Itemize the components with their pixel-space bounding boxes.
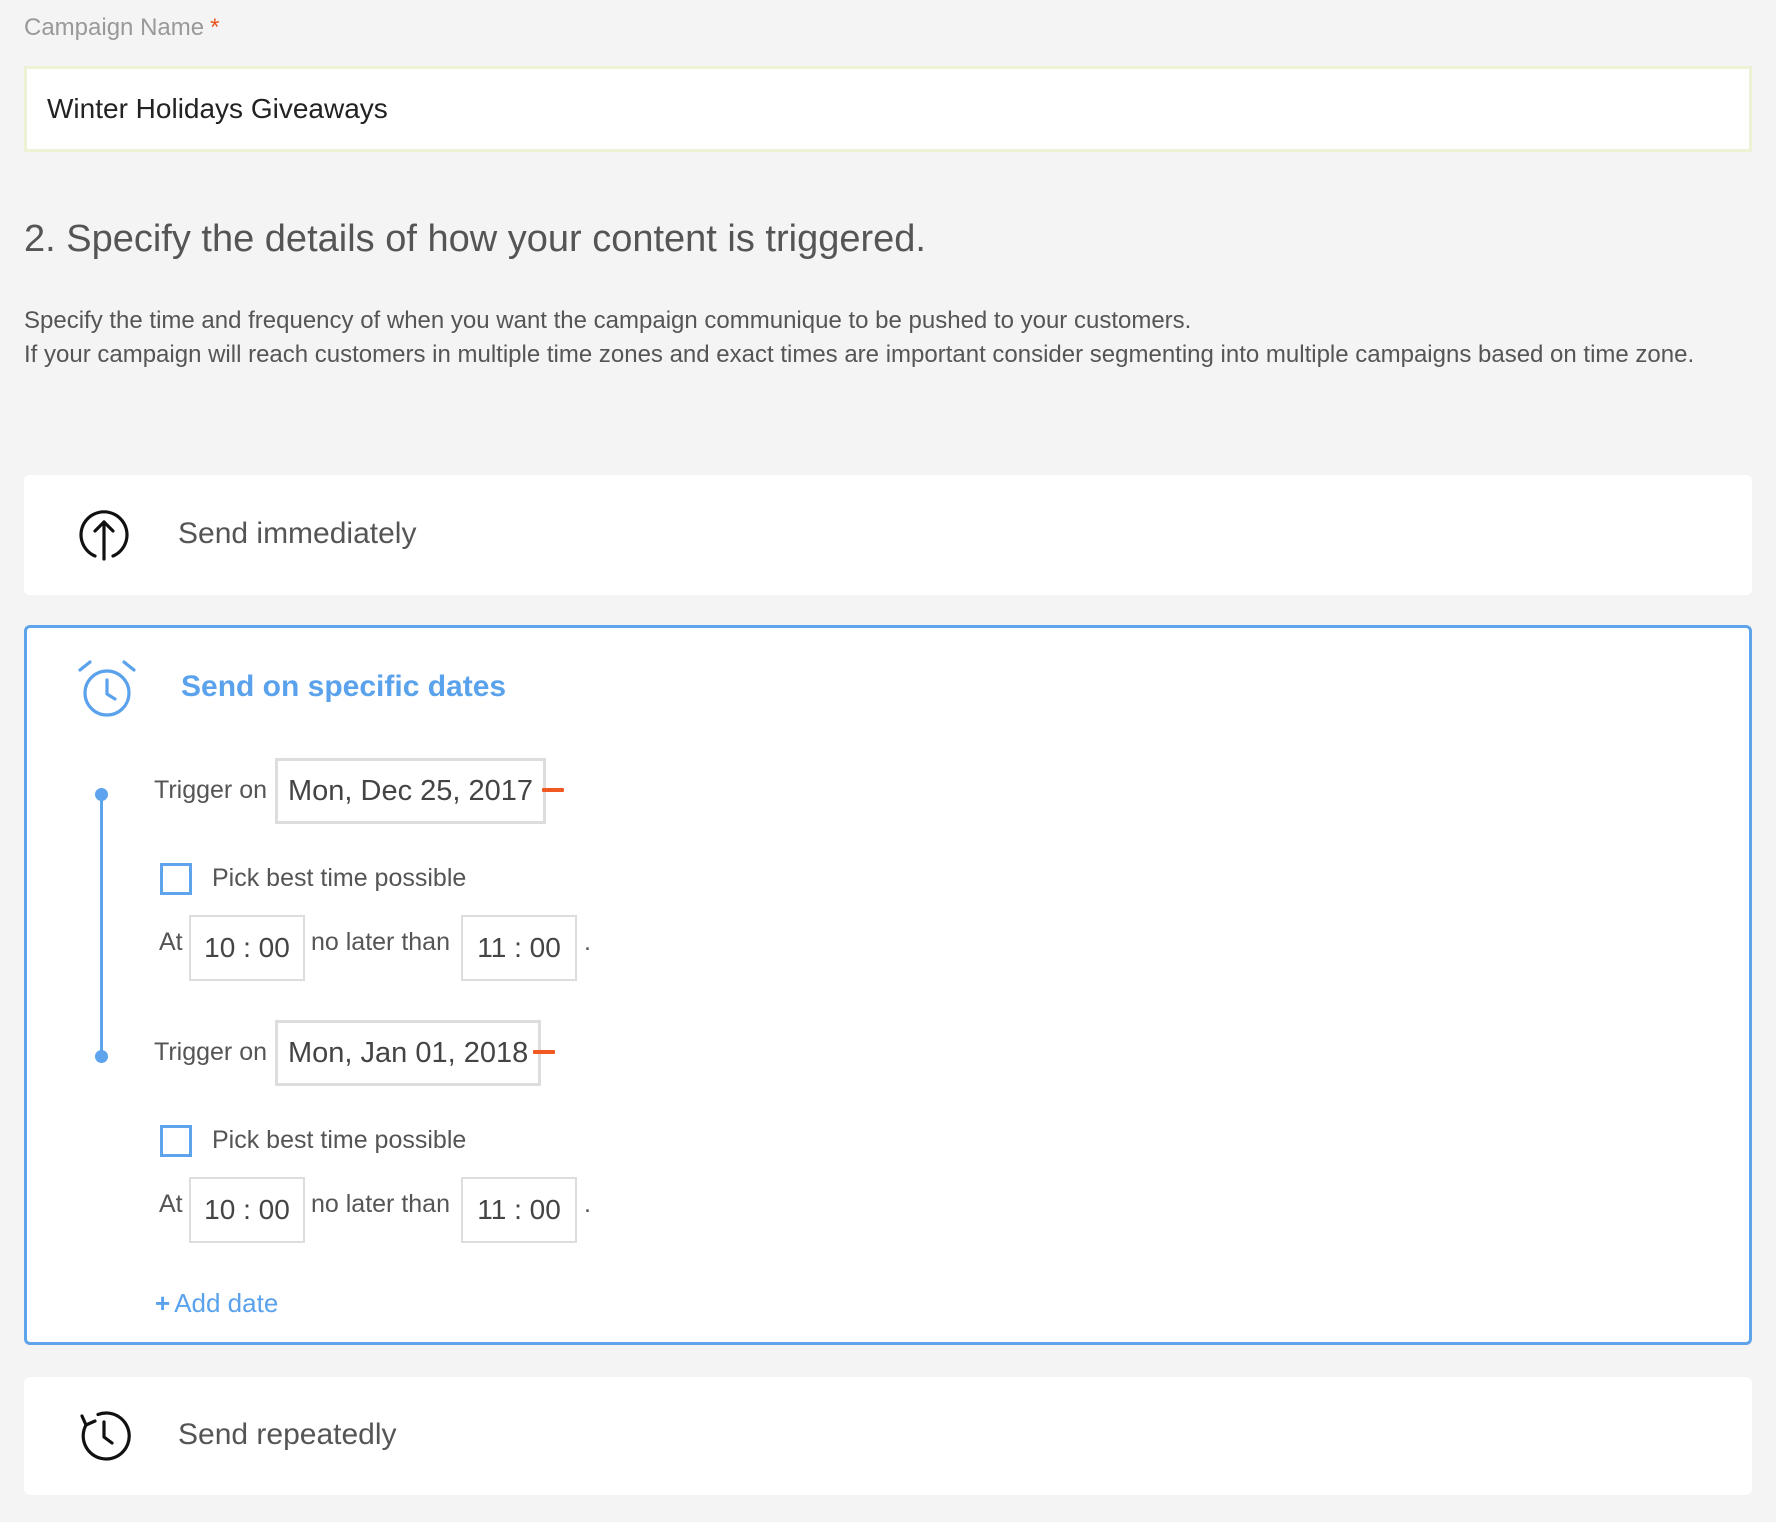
send-immediately-option[interactable]: Send immediately (24, 475, 1752, 595)
trigger-on-label: Trigger on (154, 1038, 268, 1066)
start-time-field[interactable]: 10 : 00 (189, 1177, 305, 1243)
at-label: At (159, 928, 183, 956)
add-date-label: Add date (174, 1288, 279, 1318)
remove-date-icon[interactable] (533, 1050, 555, 1054)
send-specific-dates-option[interactable]: Send on specific dates Trigger on Mon, D… (24, 625, 1752, 1345)
pick-best-time-label: Pick best time possible (212, 864, 467, 892)
send-repeatedly-option[interactable]: Send repeatedly (24, 1377, 1752, 1495)
send-repeatedly-label: Send repeatedly (178, 1418, 397, 1451)
timeline-dot (95, 788, 108, 801)
history-clock-icon (80, 1411, 131, 1461)
arrow-up-circle-icon (79, 510, 129, 561)
end-time-field[interactable]: 11 : 00 (461, 915, 577, 981)
trigger-date-field[interactable]: Mon, Dec 25, 2017 (275, 758, 547, 824)
trigger-date-field[interactable]: Mon, Jan 01, 2018 (275, 1020, 542, 1086)
section-title: 2. Specify the details of how your conte… (24, 218, 926, 260)
campaign-name-input[interactable] (24, 66, 1752, 152)
send-immediately-label: Send immediately (178, 517, 417, 550)
required-asterisk: * (210, 14, 220, 41)
end-time-field[interactable]: 11 : 00 (461, 1177, 577, 1243)
timeline-dot (95, 1050, 108, 1063)
no-later-than-label: no later than (311, 928, 450, 956)
add-date-link[interactable]: + Add date (155, 1288, 278, 1319)
plus-icon: + (155, 1288, 171, 1318)
timeline-connector (100, 793, 103, 1055)
at-label: At (159, 1190, 183, 1218)
alarm-clock-icon (78, 660, 136, 717)
pick-best-time-checkbox[interactable] (160, 863, 192, 895)
pick-best-time-checkbox[interactable] (160, 1125, 192, 1157)
description-line-1: Specify the time and frequency of when y… (24, 307, 1192, 334)
send-specific-dates-label: Send on specific dates (181, 670, 507, 703)
sentence-period: . (584, 928, 591, 956)
pick-best-time-label: Pick best time possible (212, 1126, 467, 1154)
section-description: Specify the time and frequency of when y… (24, 304, 1752, 372)
no-later-than-label: no later than (311, 1190, 450, 1218)
description-line-2: If your campaign will reach customers in… (24, 341, 1695, 368)
sentence-period: . (584, 1190, 591, 1218)
remove-date-icon[interactable] (542, 788, 564, 792)
trigger-on-label: Trigger on (154, 776, 268, 804)
campaign-name-label-text: Campaign Name (24, 14, 205, 41)
campaign-name-label: Campaign Name * (24, 14, 219, 42)
start-time-field[interactable]: 10 : 00 (189, 915, 305, 981)
